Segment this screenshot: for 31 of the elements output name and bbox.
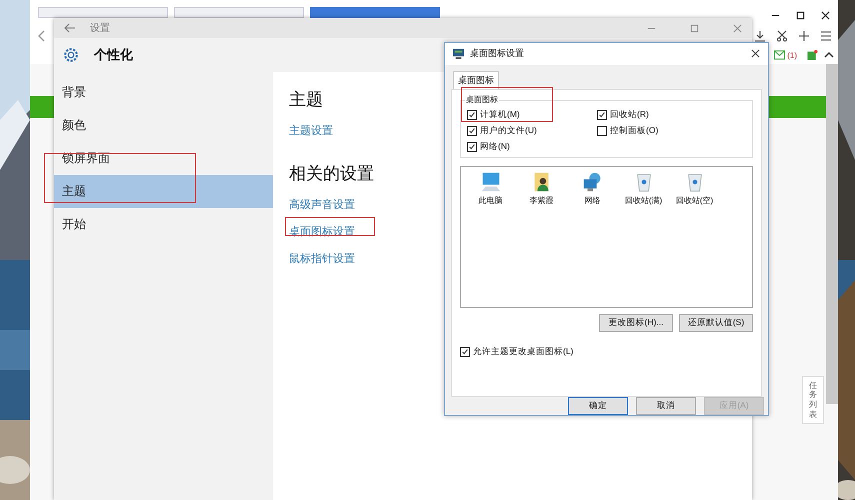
checkbox[interactable]: 网络(N) (467, 140, 510, 153)
dialog-button[interactable]: 还原默认值(S) (679, 314, 753, 332)
desktop-icon-item[interactable]: 回收站(满) (618, 170, 669, 206)
checkbox[interactable]: 回收站(R) (597, 108, 649, 121)
checkbox[interactable]: 允许主题更改桌面图标(L) (460, 346, 753, 358)
desktop-icon-item[interactable]: 此电脑 (465, 170, 516, 206)
settings-link[interactable]: 主题设置 (289, 125, 333, 137)
mail-count: (1) (787, 50, 797, 60)
nav-item[interactable]: 主题 (54, 175, 273, 208)
section-heading: 主题 (289, 89, 323, 111)
desktop-icon-item[interactable]: 李紫霞 (516, 170, 567, 206)
page-title: 个性化 (94, 46, 133, 64)
dialog-button[interactable]: 取消 (636, 397, 696, 415)
checkbox[interactable]: 用户的文件(U) (467, 124, 537, 137)
task-list-button[interactable]: 任务列表 (802, 376, 824, 424)
dialog-button[interactable]: 更改图标(H)... (599, 314, 673, 332)
checkbox[interactable]: 控制面板(O) (597, 124, 658, 137)
settings-link[interactable]: 鼠标指针设置 (289, 253, 355, 265)
section-heading: 相关的设置 (289, 163, 374, 185)
dialog-button[interactable]: 确定 (568, 397, 628, 415)
dialog-tab[interactable]: 桌面图标 (453, 70, 499, 89)
nav-item[interactable]: 背景 (54, 76, 273, 109)
desktop-icon-item[interactable]: 回收站(空) (669, 170, 720, 206)
nav-item[interactable]: 颜色 (54, 109, 273, 142)
window-title: 设置 (90, 22, 110, 35)
group-label: 桌面图标 (465, 94, 499, 105)
desktop-icon-item[interactable]: 网络 (567, 170, 618, 206)
dialog-title: 桌面图标设置 (470, 47, 524, 60)
nav-item[interactable]: 开始 (54, 208, 273, 241)
checkbox[interactable]: 计算机(M) (467, 108, 520, 121)
settings-link[interactable]: 高级声音设置 (289, 199, 355, 211)
